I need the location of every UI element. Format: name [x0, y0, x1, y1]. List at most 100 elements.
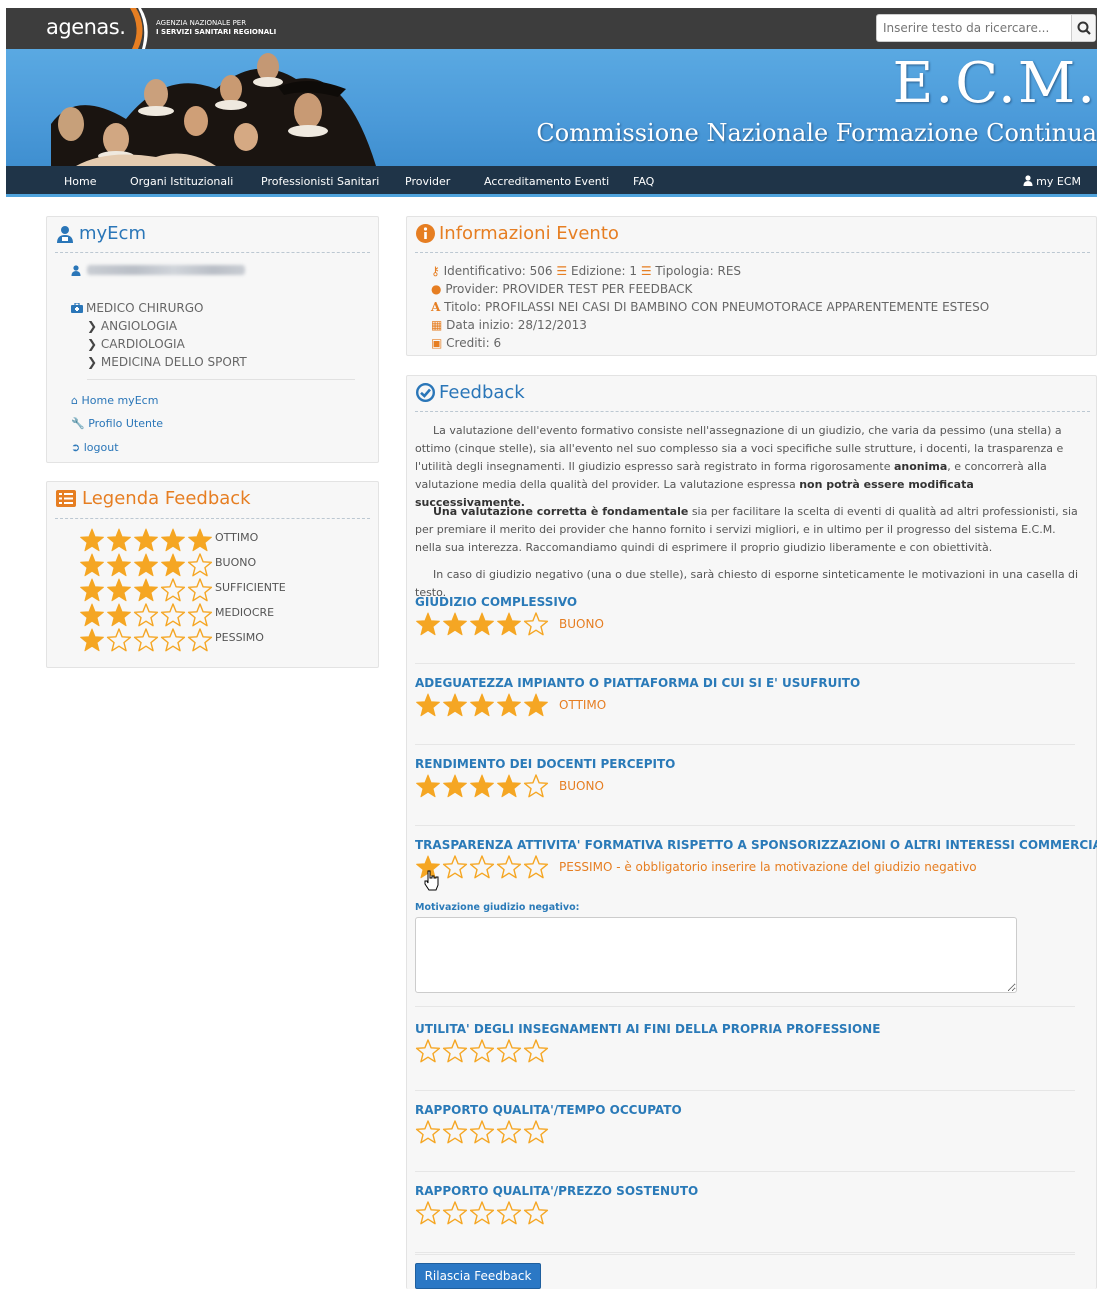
star-empty-icon[interactable]: [469, 1120, 495, 1144]
star-filled-icon[interactable]: [443, 612, 467, 636]
star-empty-icon[interactable]: [523, 1120, 549, 1144]
agenas-logo[interactable]: agenas.: [46, 15, 126, 39]
star-filled-icon[interactable]: [524, 693, 548, 717]
star-filled-icon[interactable]: [416, 693, 440, 717]
star-rating[interactable]: [415, 1200, 550, 1226]
link-profilo-utente[interactable]: 🔧 Profilo Utente: [71, 417, 163, 430]
nav-provider[interactable]: Provider: [405, 175, 450, 188]
question-divider: [415, 744, 1075, 745]
event-line-crediti: ▣ Crediti: 6: [431, 336, 501, 350]
question-divider: [415, 1254, 1075, 1255]
star-empty-icon[interactable]: [523, 1039, 549, 1063]
star-empty-icon[interactable]: [523, 1201, 549, 1225]
ecm-title: E.C.M.: [892, 51, 1097, 116]
question-star-rating[interactable]: [415, 1038, 550, 1066]
question-star-rating[interactable]: [415, 1200, 550, 1228]
star-filled-icon[interactable]: [497, 612, 521, 636]
question-star-rating[interactable]: [415, 1119, 550, 1147]
question-star-rating[interactable]: [415, 692, 550, 720]
star-empty-icon[interactable]: [523, 774, 549, 798]
nav-home[interactable]: Home: [64, 175, 96, 188]
star-empty-icon[interactable]: [415, 1201, 441, 1225]
star-filled-icon: [80, 578, 104, 602]
star-filled-icon[interactable]: [443, 693, 467, 717]
star-empty-icon[interactable]: [442, 1120, 468, 1144]
star-rating: [80, 578, 213, 602]
nav-my-ecm[interactable]: my ECM: [1023, 175, 1081, 188]
star-filled-icon[interactable]: [470, 612, 494, 636]
event-tipologia: Tipologia: RES: [655, 264, 742, 278]
star-empty-icon: [187, 553, 213, 577]
hand-cursor-icon: [424, 870, 439, 891]
star-empty-icon[interactable]: [415, 1120, 441, 1144]
nav-professionisti-sanitari[interactable]: Professionisti Sanitari: [261, 175, 379, 188]
star-rating[interactable]: [415, 773, 550, 799]
legend-row: OTTIMO: [79, 527, 258, 552]
question-title: RAPPORTO QUALITA'/TEMPO OCCUPATO: [415, 1103, 682, 1117]
link-logout[interactable]: ➲ logout: [71, 441, 119, 454]
check-circle-icon: [416, 383, 435, 402]
legend-label: MEDIOCRE: [215, 606, 275, 619]
star-empty-icon[interactable]: [415, 1039, 441, 1063]
logo-caption: AGENZIA NAZIONALE PER I SERVIZI SANITARI…: [156, 19, 316, 37]
star-empty-icon[interactable]: [523, 612, 549, 636]
star-empty-icon[interactable]: [496, 855, 522, 879]
legend-label: OTTIMO: [215, 531, 259, 544]
search-input[interactable]: [877, 15, 1073, 41]
star-rating[interactable]: [415, 692, 550, 718]
star-empty-icon: [187, 603, 213, 627]
star-filled-icon[interactable]: [416, 612, 440, 636]
star-empty-icon[interactable]: [469, 1039, 495, 1063]
question-star-rating[interactable]: [415, 611, 550, 639]
legend-row: BUONO: [79, 552, 256, 577]
star-empty-icon[interactable]: [469, 1201, 495, 1225]
event-line-titolo: A Titolo: PROFILASSI NEI CASI DI BAMBINO…: [431, 300, 989, 314]
legenda-panel: Legenda Feedback OTTIMO BUONO SUFFICIENTE M…: [46, 481, 379, 668]
star-empty-icon[interactable]: [496, 1039, 522, 1063]
star-filled-icon: [80, 603, 104, 627]
question-title: RAPPORTO QUALITA'/PREZZO SOSTENUTO: [415, 1184, 699, 1198]
importance-bold: Una valutazione corretta è fondamentale: [433, 505, 689, 518]
divider: [55, 252, 370, 253]
event-provider: Provider: PROVIDER TEST PER FEEDBACK: [445, 282, 693, 296]
specialty-label: MEDICINA DELLO SPORT: [100, 355, 247, 369]
star-empty-icon: [160, 603, 186, 627]
myecm-title: myEcm: [79, 223, 146, 244]
question-divider: [415, 1006, 1075, 1007]
motivazione-textarea[interactable]: [415, 917, 1017, 993]
chevron-right-icon: ❯: [87, 319, 98, 333]
nav-faq[interactable]: FAQ: [633, 175, 654, 188]
nav-accreditamento-eventi[interactable]: Accreditamento Eventi: [484, 175, 609, 188]
star-filled-icon: [107, 603, 131, 627]
star-rating[interactable]: [415, 611, 550, 637]
event-line-ids: ⚷ Identificativo: 506 ☰ Edizione: 1 ☰ Ti…: [431, 264, 741, 278]
intro-paragraph: La valutazione dell'evento formativo con…: [415, 422, 1085, 512]
banner-painting-image: [51, 53, 376, 166]
star-filled-icon[interactable]: [497, 693, 521, 717]
question-divider: [415, 663, 1075, 664]
star-filled-icon: [161, 528, 185, 552]
specialty-label: CARDIOLOGIA: [100, 337, 185, 351]
star-rating[interactable]: [415, 1038, 550, 1064]
star-filled-icon[interactable]: [470, 693, 494, 717]
question-rating-value: OTTIMO: [559, 698, 607, 712]
nav-organi-istituzionali[interactable]: Organi Istituzionali: [130, 175, 233, 188]
star-filled-icon[interactable]: [470, 774, 494, 798]
star-empty-icon[interactable]: [442, 1201, 468, 1225]
star-empty-icon[interactable]: [496, 1201, 522, 1225]
star-empty-icon[interactable]: [496, 1120, 522, 1144]
star-rating[interactable]: [415, 1119, 550, 1145]
star-empty-icon[interactable]: [442, 1039, 468, 1063]
star-filled-icon[interactable]: [416, 774, 440, 798]
search-button[interactable]: [1071, 15, 1095, 41]
rilascia-feedback-button[interactable]: Rilascia Feedback: [415, 1263, 541, 1289]
star-rating: [80, 553, 213, 577]
legend-label: BUONO: [215, 556, 257, 569]
star-empty-icon[interactable]: [523, 855, 549, 879]
star-empty-icon[interactable]: [442, 855, 468, 879]
star-filled-icon[interactable]: [443, 774, 467, 798]
star-filled-icon[interactable]: [497, 774, 521, 798]
question-star-rating[interactable]: [415, 773, 550, 801]
star-empty-icon[interactable]: [469, 855, 495, 879]
link-home-myecm[interactable]: ⌂ Home myEcm: [71, 394, 158, 407]
